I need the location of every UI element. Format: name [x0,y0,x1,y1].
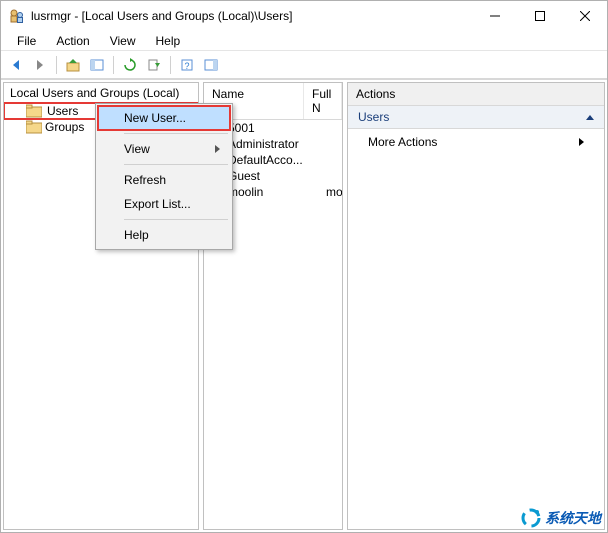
column-header-fullname[interactable]: Full N [304,83,342,119]
cell-name: 5001 [228,121,322,135]
ctx-label: View [124,142,150,156]
close-button[interactable] [562,1,607,31]
cell-fullname: mool [326,185,342,199]
chevron-right-icon [579,138,584,146]
ctx-new-user[interactable]: New User... [98,106,230,130]
ctx-label: Help [124,228,149,242]
minimize-button[interactable] [472,1,517,31]
chevron-up-icon [586,115,594,120]
toolbar-separator [170,56,171,74]
ctx-export[interactable]: Export List... [98,192,230,216]
svg-text:?: ? [184,61,189,71]
title-bar: lusrmgr - [Local Users and Groups (Local… [1,1,607,31]
cell-name: Guest [228,169,322,183]
menu-bar: File Action View Help [1,31,607,51]
actions-pane: Actions Users More Actions [347,82,605,530]
toolbar-separator [113,56,114,74]
actions-more[interactable]: More Actions [348,129,604,155]
ctx-label: Refresh [124,173,166,187]
watermark: 系统天地 [521,508,601,528]
actions-section-label: Users [358,110,389,124]
tree-item-label: Users [45,104,80,118]
cell-name: DefaultAcco... [228,153,322,167]
help-button[interactable]: ? [176,54,198,76]
menu-help[interactable]: Help [146,32,191,50]
context-menu: New User... View Refresh Export List... … [95,103,233,250]
ctx-separator [124,133,228,134]
export-button[interactable] [143,54,165,76]
window-controls [472,1,607,31]
cell-name: Administrator [228,137,322,151]
actions-header: Actions [348,83,604,106]
ctx-separator [124,164,228,165]
up-button[interactable] [62,54,84,76]
menu-action[interactable]: Action [46,32,99,50]
ctx-label: New User... [124,111,186,125]
back-button[interactable] [5,54,27,76]
menu-file[interactable]: File [7,32,46,50]
ctx-view[interactable]: View [98,137,230,161]
refresh-button[interactable] [119,54,141,76]
ctx-help[interactable]: Help [98,223,230,247]
toolbar-separator [56,56,57,74]
cell-name: moolin [228,185,322,199]
tree-item-label: Groups [45,120,84,134]
ctx-separator [124,219,228,220]
folder-icon [26,120,42,134]
watermark-text: 系统天地 [545,508,601,528]
app-icon [9,8,25,24]
menu-view[interactable]: View [100,32,146,50]
content-area: Local Users and Groups (Local) Users Gro… [1,79,607,532]
actions-section-users[interactable]: Users [348,106,604,129]
window-title: lusrmgr - [Local Users and Groups (Local… [31,9,472,23]
toolbar: ? [1,51,607,79]
show-hide-action-button[interactable] [200,54,222,76]
tree-root[interactable]: Local Users and Groups (Local) [4,83,198,103]
maximize-button[interactable] [517,1,562,31]
folder-icon [26,104,42,118]
ctx-label: Export List... [124,197,191,211]
show-hide-tree-button[interactable] [86,54,108,76]
forward-button[interactable] [29,54,51,76]
actions-more-label: More Actions [368,135,437,149]
lusrmgr-window: lusrmgr - [Local Users and Groups (Local… [0,0,608,533]
chevron-right-icon [215,145,220,153]
watermark-icon [521,508,541,528]
ctx-refresh[interactable]: Refresh [98,168,230,192]
